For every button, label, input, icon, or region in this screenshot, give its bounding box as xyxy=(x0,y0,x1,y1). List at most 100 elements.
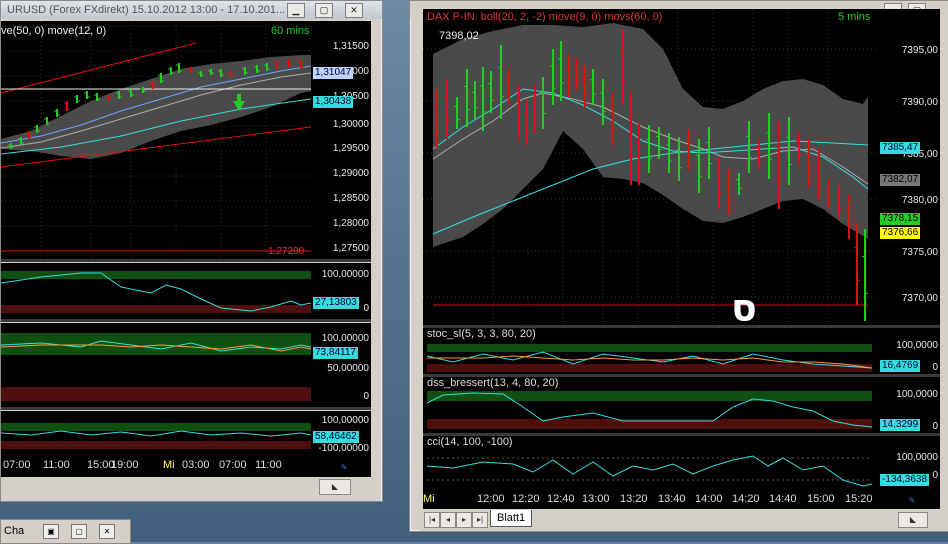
axis-label: 50,00000 xyxy=(327,363,369,374)
axis-label: 1,27500 xyxy=(332,243,369,254)
right-timeframe-label: 5 mins xyxy=(838,11,871,23)
last-sheet-button[interactable]: ▸| xyxy=(472,512,488,528)
time-label: 13:40 xyxy=(658,493,686,505)
time-label: 07:00 xyxy=(3,459,31,471)
restore-icon: ▣ xyxy=(43,524,59,539)
last-price-label: 7398,02 xyxy=(439,30,479,42)
time-label: 19:00 xyxy=(111,459,139,471)
time-label: 15:20 xyxy=(845,493,873,505)
axis-label: 100,00000 xyxy=(321,415,369,426)
stoc-label: stoc_sl(5, 3, 3, 80, 20) xyxy=(427,328,536,340)
right-price-plot: 7398,02 ס xyxy=(423,9,878,325)
minimize-button[interactable]: ▁ xyxy=(287,3,305,18)
cci-axis: 100,0000 0 -134,3638 xyxy=(878,436,940,491)
left-panel-separator[interactable] xyxy=(1,259,371,262)
close-icon: ✕ xyxy=(99,524,115,539)
right-time-axis: Mi 12:00 12:20 12:40 13:00 13:20 13:40 14:00 14:… xyxy=(423,491,940,509)
right-price-chart[interactable]: 7398,02 ס DAX P-IN. boll(20, 2, -2) move… xyxy=(423,9,878,325)
axis-label: 7395,00 xyxy=(901,45,938,56)
time-label: 11:00 xyxy=(255,459,282,471)
left-scroll-right-button[interactable]: ◣ xyxy=(319,479,351,495)
left-panel-separator-2[interactable] xyxy=(1,319,371,322)
dss-label: dss_bressert(13, 4, 80, 20) xyxy=(427,377,559,389)
stoc-axis: 100,0000 0 16,4769 xyxy=(878,328,940,374)
time-label: 07:00 xyxy=(219,459,247,471)
maximize-button[interactable]: ▢ xyxy=(315,3,333,18)
time-label: 12:00 xyxy=(477,493,505,505)
time-label: 15:00 xyxy=(807,493,835,505)
prev-sheet-button[interactable]: ◂ xyxy=(440,512,456,528)
time-label: 14:20 xyxy=(732,493,760,505)
right-main-indicator-label: DAX P-IN. boll(20, 2, -2) move(9, 0) mov… xyxy=(427,11,663,23)
price-tag-blue: 1,31047 xyxy=(313,67,354,79)
axis-label: 7380,00 xyxy=(901,195,938,206)
axis-label: 100,0000 xyxy=(896,452,938,463)
axis-label: 1,28000 xyxy=(332,218,369,229)
stoc-panel[interactable]: stoc_sl(5, 3, 3, 80, 20) xyxy=(423,328,878,374)
left-indicator-1-axis: 100,00000 0 27,13803 xyxy=(311,263,371,319)
left-price-chart[interactable]: 1,27290 ve(50, 0) move(12, 0) 60 mins xyxy=(1,21,311,259)
close-button[interactable]: ✕ xyxy=(345,3,363,18)
taskbar-window-button[interactable]: Cha ▣ ▢ ✕ xyxy=(0,519,131,544)
time-label: Mi xyxy=(163,459,175,471)
cci-line xyxy=(426,455,873,487)
taskbar-window-label: Cha xyxy=(4,525,25,537)
right-price-axis: 7395,00 7390,00 7385,00 7380,00 7375,00 7370,… xyxy=(878,9,940,325)
axis-label: 100,00000 xyxy=(321,333,369,344)
axis-label: 0 xyxy=(363,303,369,314)
left-main-indicator-label: ve(50, 0) move(12, 0) xyxy=(1,25,107,37)
next-sheet-button[interactable]: ▸ xyxy=(456,512,472,528)
bollinger-band xyxy=(433,23,868,247)
time-label: 13:00 xyxy=(582,493,610,505)
left-ind3-line xyxy=(1,430,311,437)
first-sheet-button[interactable]: |◂ xyxy=(424,512,440,528)
price-tag-green: 7378,15 xyxy=(880,213,921,225)
time-label: 12:40 xyxy=(547,493,575,505)
maximize-icon: ▢ xyxy=(71,524,87,539)
axis-label: 7390,00 xyxy=(901,97,938,108)
axis-label: 7370,00 xyxy=(901,293,938,304)
cci-panel[interactable]: cci(14, 100, -100) xyxy=(423,436,878,491)
axis-label: -100,00000 xyxy=(318,443,369,454)
left-indicator-2-plot xyxy=(1,333,311,401)
right-scroll-right-button[interactable]: ◣ xyxy=(898,512,928,528)
ind2-value-tag: 73,84117 xyxy=(313,347,358,359)
left-panel-separator-3[interactable] xyxy=(1,407,371,410)
stoc-value-tag: 16,4769 xyxy=(880,360,921,372)
left-indicator-1[interactable] xyxy=(1,263,311,319)
left-indicator-2[interactable] xyxy=(1,323,311,407)
time-label: 12:20 xyxy=(512,493,540,505)
left-chart-window[interactable]: URUSD (Forex FXdirekt) 15.10.2012 13:00 … xyxy=(0,0,383,502)
time-label: 14:40 xyxy=(769,493,797,505)
axis-label: 0 xyxy=(363,391,369,402)
price-tag-gray: 7382,07 xyxy=(880,174,921,186)
left-indicator-3-plot xyxy=(1,423,311,449)
axis-label: 100,00000 xyxy=(321,269,369,280)
left-price-axis: 1,315001,310001,305001,300001,295001,290… xyxy=(311,21,371,259)
sheet-tab-blatt1[interactable]: Blatt1 xyxy=(490,510,533,527)
time-label: 13:20 xyxy=(620,493,648,505)
dss-panel[interactable]: dss_bressert(13, 4, 80, 20) xyxy=(423,377,878,433)
axis-label: 1,29000 xyxy=(332,168,369,179)
left-pen-icon[interactable]: ✎ xyxy=(337,460,351,476)
dss-axis: 100,0000 0 14,3299 xyxy=(878,377,940,433)
axis-label: 1,28500 xyxy=(332,193,369,204)
axis-label: 0 xyxy=(932,470,938,481)
left-time-axis: 07:00 11:00 15:00 19:00 Mi 03:00 07:00 11:00 xyxy=(1,457,371,477)
time-label: 03:00 xyxy=(182,459,210,471)
right-pen-icon[interactable]: ✎ xyxy=(904,493,920,509)
time-label: 11:00 xyxy=(43,459,70,471)
price-tag-yellow: 7376,66 xyxy=(880,227,921,239)
cci-label: cci(14, 100, -100) xyxy=(427,436,513,448)
axis-label: 1,29500 xyxy=(332,143,369,154)
ind1-value-tag: 27,13803 xyxy=(313,297,359,309)
red-level-label: 1,27290 xyxy=(268,246,305,257)
marker-glyph: ס xyxy=(731,286,757,325)
cci-value-tag: -134,3638 xyxy=(880,474,930,486)
axis-label: 1,30000 xyxy=(332,119,369,130)
right-chart-window[interactable]: ▁ ▢ 7398,02 ס DAX P-IN. boll(20, 2, -2) … xyxy=(409,0,948,532)
axis-label: 7375,00 xyxy=(901,247,938,258)
left-price-plot: 1,27290 xyxy=(1,21,311,259)
axis-label: 0 xyxy=(932,421,938,432)
left-indicator-3[interactable] xyxy=(1,411,311,457)
